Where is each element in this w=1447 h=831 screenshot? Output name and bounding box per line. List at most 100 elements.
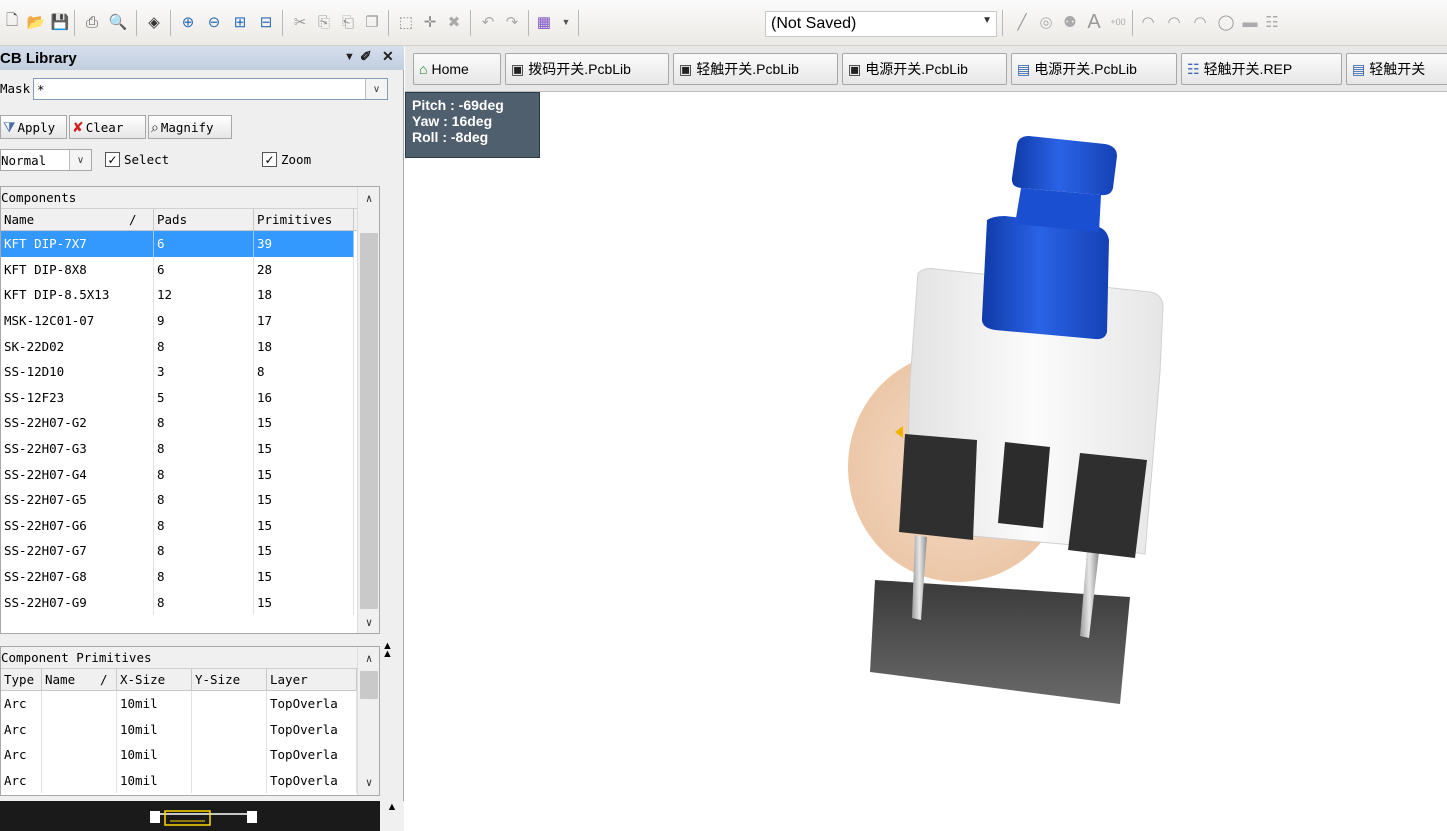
scroll-down-icon[interactable]: ∨ <box>358 611 379 633</box>
print-preview-icon[interactable]: 🔍 <box>108 12 128 32</box>
document-tab[interactable]: ▤ 轻触开关 <box>1346 53 1447 85</box>
clear-button[interactable]: ✘ Clear <box>69 115 146 139</box>
coordinate-tool-icon[interactable]: +00 <box>1108 12 1128 32</box>
component-row[interactable]: SS-22H07-G3 8 15 <box>1 435 379 462</box>
primitive-ysize-cell <box>192 716 267 742</box>
primitives-scrollbar[interactable]: ∧ ∨ <box>357 647 379 795</box>
copy-icon[interactable]: ⎘ <box>314 12 334 32</box>
zoom-area-icon[interactable]: ⊟ <box>256 12 276 32</box>
component-pads-cell: 8 <box>154 435 254 462</box>
document-tab[interactable]: ▣ 拨码开关.PcbLib <box>505 53 669 85</box>
component-row[interactable]: SS-12D10 3 8 <box>1 358 379 385</box>
grid-icon[interactable]: ▦ <box>534 12 554 32</box>
component-primitives-cell: 15 <box>254 563 354 590</box>
line-tool-icon[interactable]: ╱ <box>1012 12 1032 32</box>
pcbdoc-icon: ▤ <box>1017 60 1031 77</box>
component-mini-preview[interactable] <box>0 801 380 831</box>
component-row[interactable]: SS-12F23 5 16 <box>1 384 379 411</box>
rubber-stamp-icon[interactable]: ❐ <box>362 12 382 32</box>
component-row[interactable]: MSK-12C01-07 9 17 <box>1 307 379 334</box>
col-header-layer[interactable]: Layer <box>267 669 357 690</box>
select-area-icon[interactable]: ⬚ <box>396 12 416 32</box>
document-tab[interactable]: ▤ 电源开关.PcbLib <box>1011 53 1177 85</box>
primitive-row[interactable]: Arc 10mil TopOverla <box>1 691 379 717</box>
component-row[interactable]: SS-22H07-G8 8 15 <box>1 563 379 590</box>
component-row[interactable]: SS-22H07-G4 8 15 <box>1 461 379 487</box>
panel-menu-icon[interactable]: ▼ <box>344 51 355 63</box>
document-tab[interactable]: ▣ 电源开关.PcbLib <box>842 53 1007 85</box>
zoom-checkbox[interactable]: ✓ Zoom <box>262 152 311 167</box>
col-header-prim-name[interactable]: Name / <box>42 669 117 690</box>
undo-icon[interactable]: ↶ <box>478 12 498 32</box>
layer-stack-icon[interactable]: ◈ <box>144 12 164 32</box>
col-header-type[interactable]: Type <box>1 669 42 690</box>
primitive-row[interactable]: Arc 10mil TopOverla <box>1 742 379 768</box>
open-folder-icon[interactable]: 📂 <box>26 12 46 32</box>
component-row[interactable]: SS-22H07-G7 8 15 <box>1 538 379 564</box>
magnify-button[interactable]: ⌕ Magnify <box>148 115 232 139</box>
text-tool-icon[interactable]: A <box>1084 11 1104 33</box>
document-tab-label: 电源开关.PcbLib <box>865 61 968 77</box>
col-header-xsize[interactable]: X-Size <box>117 669 192 690</box>
arc-edge-icon[interactable]: ◠ <box>1164 12 1184 32</box>
select-checkbox[interactable]: ✓ Select <box>105 152 169 167</box>
component-row[interactable]: SS-22H07-G6 8 15 <box>1 512 379 539</box>
primitive-layer-cell: TopOverla <box>267 716 357 742</box>
document-tab[interactable]: ☷ 轻触开关.REP <box>1181 53 1342 85</box>
arc-any-icon[interactable]: ◠ <box>1190 12 1210 32</box>
zoom-out-icon[interactable]: ⊖ <box>204 12 224 32</box>
scroll-thumb[interactable] <box>360 233 378 609</box>
move-icon[interactable]: ✛ <box>420 12 440 32</box>
component-row[interactable]: SS-22H07-G9 8 15 <box>1 589 379 615</box>
components-scrollbar[interactable]: ∧ ∨ <box>357 187 379 633</box>
component-row[interactable]: SS-22H07-G2 8 15 <box>1 410 379 436</box>
redo-icon[interactable]: ↷ <box>502 12 522 32</box>
view-state-combo[interactable]: (Not Saved) ▼ <box>765 11 997 37</box>
grid-dropdown-icon[interactable]: ▼ <box>556 12 576 32</box>
scroll-down-icon[interactable]: ∨ <box>358 771 379 793</box>
cut-icon[interactable]: ✂ <box>290 12 310 32</box>
col-header-primitives[interactable]: Primitives <box>254 209 354 230</box>
component-pads-cell: 8 <box>154 563 254 590</box>
fill-icon[interactable]: ▬ <box>1240 12 1260 32</box>
component-row[interactable]: KFT DIP-7X7 6 39 <box>1 231 379 257</box>
close-icon[interactable]: ✕ <box>382 48 394 65</box>
zoom-in-icon[interactable]: ⊕ <box>178 12 198 32</box>
scroll-up-icon[interactable]: ∧ <box>358 647 379 669</box>
chevron-down-icon[interactable]: ∨ <box>365 79 387 99</box>
scroll-thumb[interactable] <box>360 671 378 699</box>
array-paste-icon[interactable]: ☷ <box>1262 12 1282 32</box>
new-file-icon[interactable]: 🗋 <box>2 12 22 32</box>
component-row[interactable]: SK-22D02 8 18 <box>1 333 379 359</box>
save-icon[interactable]: 💾 <box>50 12 70 32</box>
zoom-fit-icon[interactable]: ⊞ <box>230 12 250 32</box>
splitter-up-icon[interactable]: ▲ <box>380 801 404 831</box>
splitter-up-icon[interactable]: ▲ <box>382 648 393 660</box>
primitive-type-cell: Arc <box>1 742 42 768</box>
document-tab[interactable]: ▣ 轻触开关.PcbLib <box>673 53 838 85</box>
mask-input[interactable]: * ∨ <box>33 78 388 100</box>
paste-icon[interactable]: ⎗ <box>338 12 358 32</box>
via-tool-icon[interactable]: ◎ <box>1036 12 1056 32</box>
apply-button[interactable]: ⧩ Apply <box>0 115 67 139</box>
component-row[interactable]: KFT DIP-8X8 6 28 <box>1 256 379 283</box>
primitive-row[interactable]: Arc 10mil TopOverla <box>1 767 379 793</box>
col-header-pads[interactable]: Pads <box>154 209 254 230</box>
arc-center-icon[interactable]: ◠ <box>1138 12 1158 32</box>
document-tab[interactable]: ⌂ Home <box>413 53 501 85</box>
print-icon[interactable]: ⎙ <box>82 12 102 32</box>
scroll-up-icon[interactable]: ∧ <box>358 187 379 209</box>
pad-tool-icon[interactable]: ⚉ <box>1060 12 1080 32</box>
deselect-icon[interactable]: ✖ <box>444 12 464 32</box>
pin-icon[interactable]: ✐ <box>360 48 372 65</box>
primitive-row[interactable]: Arc 10mil TopOverla <box>1 716 379 742</box>
mask-mode-combo[interactable]: Normal ∨ <box>0 149 92 171</box>
component-row[interactable]: KFT DIP-8.5X13 12 18 <box>1 282 379 308</box>
component-primitives-cell: 28 <box>254 256 354 283</box>
full-circle-icon[interactable]: ◯ <box>1216 12 1236 32</box>
toolbar-separator <box>578 10 579 36</box>
col-header-name[interactable]: Name / <box>1 209 154 230</box>
component-row[interactable]: SS-22H07-G5 8 15 <box>1 486 379 513</box>
col-header-ysize[interactable]: Y-Size <box>192 669 267 690</box>
pcb-3d-viewport[interactable]: Pitch : -69deg Yaw : 16deg Roll : -8deg <box>405 92 1447 831</box>
